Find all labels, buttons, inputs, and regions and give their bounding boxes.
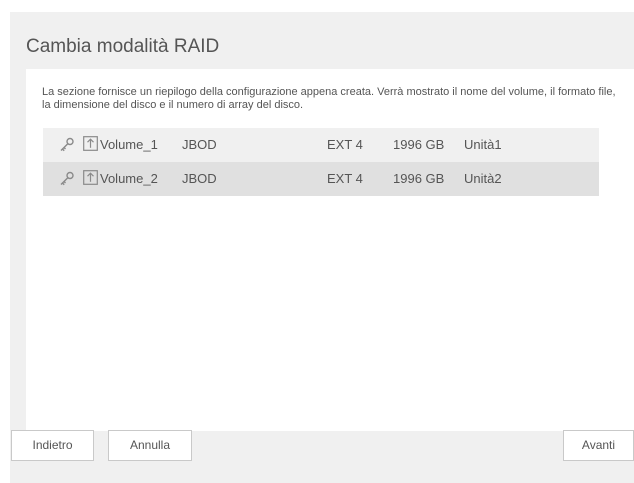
back-button[interactable]: Indietro bbox=[11, 430, 94, 461]
next-button[interactable]: Avanti bbox=[563, 430, 634, 461]
description-text: La sezione fornisce un riepilogo della c… bbox=[42, 86, 616, 111]
volume-name: Volume_2 bbox=[100, 171, 158, 186]
volume-size: 1996 GB bbox=[393, 137, 445, 152]
volume-unit: Unità2 bbox=[464, 171, 502, 186]
volume-raid-type: JBOD bbox=[182, 137, 217, 152]
volume-raid-type: JBOD bbox=[182, 171, 217, 186]
upload-icon bbox=[83, 136, 98, 151]
key-icon bbox=[60, 171, 74, 186]
cancel-button[interactable]: Annulla bbox=[108, 430, 192, 461]
volume-row[interactable]: Volume_1 JBOD EXT 4 1996 GB Unità1 bbox=[43, 128, 599, 162]
raid-dialog: Cambia modalità RAID La sezione fornisce… bbox=[10, 12, 634, 483]
volume-filesystem: EXT 4 bbox=[327, 171, 363, 186]
volume-row[interactable]: Volume_2 JBOD EXT 4 1996 GB Unità2 bbox=[43, 162, 599, 196]
upload-icon bbox=[83, 170, 98, 185]
volume-table: Volume_1 JBOD EXT 4 1996 GB Unità1 Volum… bbox=[43, 128, 599, 196]
volume-unit: Unità1 bbox=[464, 137, 502, 152]
dialog-title: Cambia modalità RAID bbox=[26, 36, 220, 57]
volume-size: 1996 GB bbox=[393, 171, 445, 186]
key-icon bbox=[60, 137, 74, 152]
content-panel: La sezione fornisce un riepilogo della c… bbox=[26, 69, 634, 431]
volume-filesystem: EXT 4 bbox=[327, 137, 363, 152]
volume-name: Volume_1 bbox=[100, 137, 158, 152]
